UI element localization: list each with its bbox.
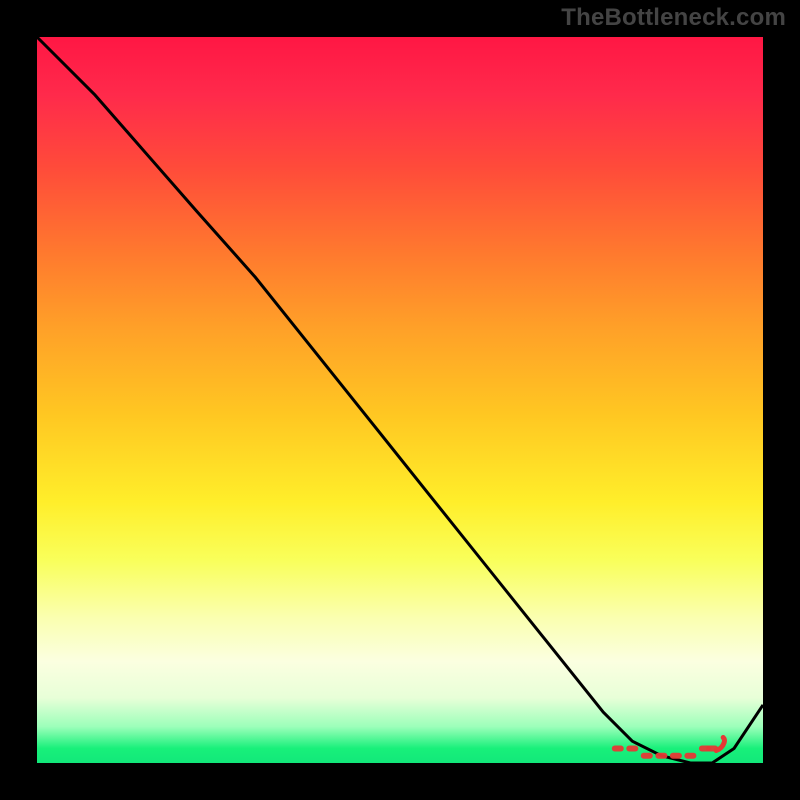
optimal-marker — [641, 753, 653, 759]
optimal-marker-curl — [716, 737, 724, 750]
optimal-range-markers — [612, 737, 725, 758]
optimal-marker — [626, 746, 638, 752]
chart-frame: TheBottleneck.com — [0, 0, 800, 800]
plot-svg — [37, 37, 763, 763]
watermark-text: TheBottleneck.com — [561, 4, 786, 32]
optimal-marker — [670, 753, 682, 759]
bottleneck-curve — [37, 37, 763, 763]
optimal-marker — [684, 753, 696, 759]
optimal-marker — [655, 753, 667, 759]
plot-area — [37, 37, 763, 763]
optimal-marker — [612, 746, 624, 752]
